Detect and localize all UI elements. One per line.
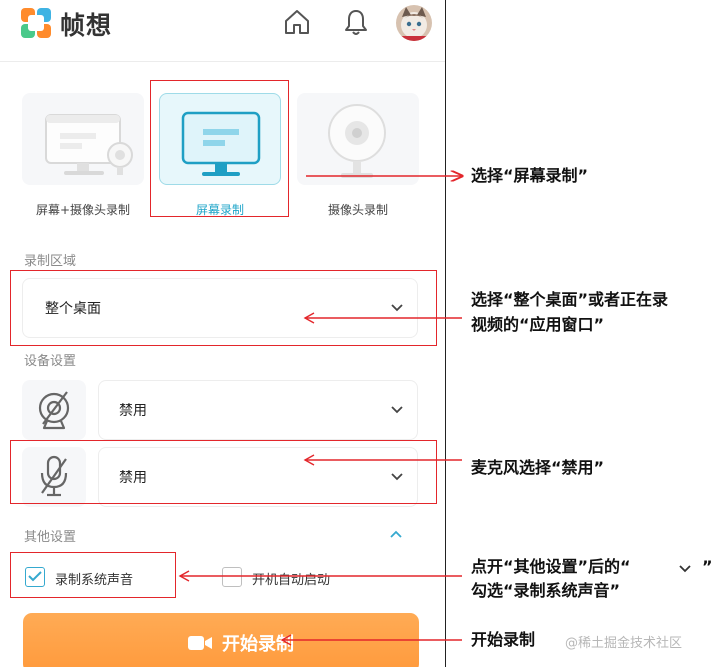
annotation-text-other-settings-1: 点开“其他设置”后的“	[471, 557, 631, 576]
watermark: @稀土掘金技术社区	[565, 636, 683, 651]
annotation-text-other-settings-2: 勾选“录制系统声音”	[471, 581, 621, 600]
annotation-text-microphone: 麦克风选择“禁用”	[471, 458, 605, 477]
annotation-text-other-settings-end: ”	[702, 557, 713, 576]
annotation-text-record-area-1: 选择“整个桌面”或者正在录	[471, 290, 669, 309]
chevron-down-icon	[679, 565, 691, 573]
annotation-text-start: 开始录制	[471, 630, 536, 649]
annotation-text-record-area-2: 视频的“应用窗口”	[471, 315, 605, 334]
annotation-text-screen-mode: 选择“屏幕录制”	[471, 166, 589, 185]
